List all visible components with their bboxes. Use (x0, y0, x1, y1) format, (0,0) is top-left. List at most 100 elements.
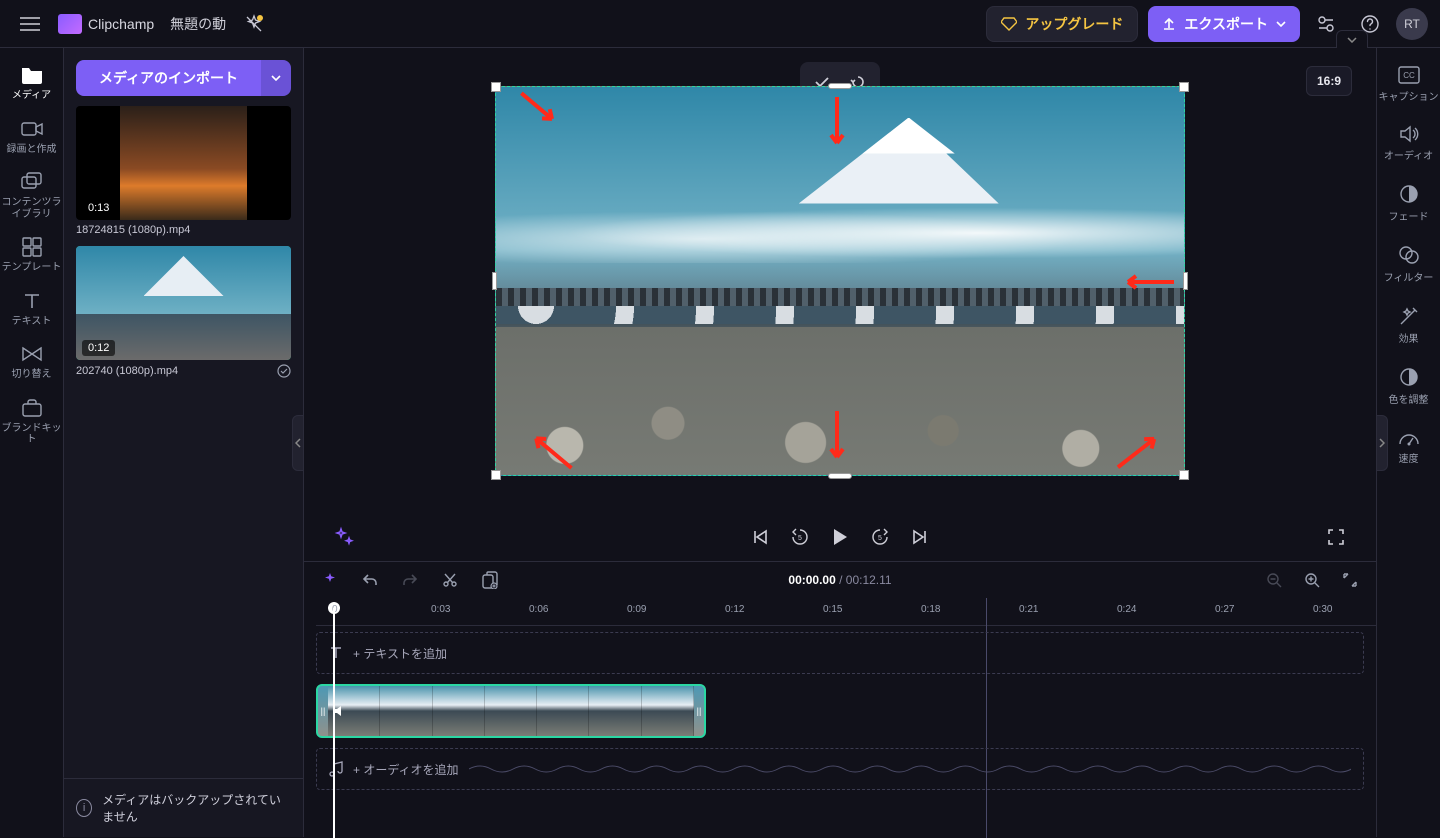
ruler-tick: 0:15 (823, 604, 842, 615)
expand-timeline-button[interactable] (1336, 30, 1368, 48)
diamond-icon (1001, 17, 1017, 31)
backup-message: メディアはバックアップされていません (102, 791, 291, 825)
playhead-line[interactable] (333, 608, 335, 838)
left-sidebar: メディア 録画と作成 コンテンツライブラリ テンプレート テキスト 切り替え (0, 48, 64, 837)
sidebar-item-brandkit[interactable]: ブランドキット (2, 391, 62, 452)
skip-start-button[interactable] (740, 517, 780, 557)
info-icon: i (76, 799, 92, 817)
total-time: 00:12.11 (846, 573, 892, 587)
upload-icon (1162, 17, 1176, 31)
clip-trim-left[interactable]: || (318, 686, 328, 736)
text-track[interactable]: + テキストを追加 (316, 632, 1364, 674)
effects-icon (1399, 306, 1419, 326)
upgrade-button[interactable]: アップグレード (986, 6, 1138, 42)
resize-handle-ml[interactable] (492, 272, 497, 290)
sidebar-item-filters[interactable]: フィルター (1379, 237, 1439, 292)
media-clip[interactable]: 0:12 202740 (1080p).mp4 (76, 246, 291, 378)
fade-icon (1399, 184, 1419, 204)
forward-5-button[interactable]: 5 (860, 517, 900, 557)
annotation-arrow (828, 95, 846, 151)
upgrade-label: アップグレード (1025, 14, 1123, 34)
menu-button[interactable] (12, 6, 48, 42)
zoom-out-button[interactable] (1262, 568, 1286, 592)
text-icon (329, 646, 343, 660)
sidebarghost-item-label: オーディオ (1384, 147, 1433, 162)
play-button[interactable] (820, 517, 860, 557)
ruler-tick: 0:24 (1117, 604, 1136, 615)
collapse-panel-button[interactable] (292, 415, 304, 471)
preview-canvas[interactable] (495, 86, 1185, 476)
logo-icon (58, 14, 82, 34)
clip-duration: 0:12 (82, 340, 115, 356)
aspect-ratio-selector[interactable]: 16:9 (1306, 66, 1352, 96)
timecode: 00:00.00 / 00:12.11 (788, 573, 891, 587)
collapse-right-panel-button[interactable] (1376, 415, 1388, 471)
resize-handle-tl[interactable] (491, 82, 501, 92)
text-track-placeholder: + テキストを追加 (353, 645, 447, 662)
import-media-button[interactable]: メディアのインポート (76, 60, 261, 96)
sidebar-item-captions[interactable]: CC キャプション (1379, 58, 1439, 111)
sidebar-item-label: ブランドキット (2, 423, 62, 446)
audio-track[interactable]: + オーディオを追加 (316, 748, 1364, 790)
video-track[interactable]: || || (316, 684, 1364, 738)
ruler-tick: 0:06 (529, 604, 548, 615)
clip-trim-right[interactable]: || (694, 686, 704, 736)
waveform-placeholder (469, 762, 1351, 776)
sidebar-item-label: 録画と作成 (7, 144, 57, 156)
sidebar-item-audio[interactable]: オーディオ (1379, 117, 1439, 170)
sidebar-item-record[interactable]: 録画と作成 (2, 112, 62, 162)
redo-button[interactable] (398, 568, 422, 592)
svg-text:CC: CC (1403, 71, 1415, 80)
sidebar-item-label: キャプション (1379, 88, 1439, 103)
sidebar-item-label: フィルター (1384, 269, 1434, 284)
ai-sparkle-button[interactable] (318, 568, 342, 592)
sidebar-item-effects[interactable]: 効果 (1379, 298, 1439, 353)
sidebar-item-text[interactable]: テキスト (2, 284, 62, 334)
resize-handle-tr[interactable] (1179, 82, 1189, 92)
resize-handle-mr[interactable] (1183, 272, 1188, 290)
sidebar-item-label: 速度 (1399, 450, 1419, 465)
resize-handle-bc[interactable] (828, 473, 852, 479)
sidebar-item-library[interactable]: コンテンツライブラリ (2, 165, 62, 226)
ruler-tick: 0:18 (921, 604, 940, 615)
sidebar-item-transitions[interactable]: 切り替え (2, 337, 62, 387)
app-logo[interactable]: Clipchamp (58, 14, 154, 34)
folder-icon (20, 64, 44, 86)
backup-warning[interactable]: i メディアはバックアップされていません (64, 778, 303, 837)
import-dropdown[interactable] (261, 60, 291, 96)
resize-handle-br[interactable] (1179, 470, 1189, 480)
zoom-in-button[interactable] (1300, 568, 1324, 592)
project-title[interactable]: 無題の動 (170, 14, 226, 34)
sidebar-item-fade[interactable]: フェード (1379, 176, 1439, 231)
resize-handle-bl[interactable] (491, 470, 501, 480)
app-name: Clipchamp (88, 16, 154, 32)
sidebar-item-label: 効果 (1399, 330, 1419, 345)
annotation-arrow (514, 85, 564, 131)
media-clip[interactable]: 0:13 18724815 (1080p).mp4 (76, 106, 291, 236)
sidebar-item-label: フェード (1389, 208, 1429, 223)
split-button[interactable] (438, 568, 462, 592)
timeline-ruler[interactable]: 0 0:03 0:06 0:09 0:12 0:15 0:18 0:21 0:2… (316, 598, 1376, 626)
user-avatar[interactable]: RT (1396, 8, 1428, 40)
fullscreen-button[interactable] (1316, 517, 1356, 557)
undo-button[interactable] (358, 568, 382, 592)
resize-handle-tc[interactable] (828, 83, 852, 89)
sidebar-item-templates[interactable]: テンプレート (2, 230, 62, 280)
fit-timeline-button[interactable] (1338, 568, 1362, 592)
sidebar-item-media[interactable]: メディア (2, 58, 62, 108)
media-panel: メディアのインポート 0:13 18724815 (1080p).mp4 (64, 48, 304, 837)
clip-thumbnail[interactable]: 0:12 (76, 246, 291, 360)
export-button[interactable]: エクスポート (1148, 6, 1300, 42)
sparkle-removed-icon[interactable] (240, 10, 268, 38)
playback-controls: 5 5 (304, 513, 1376, 561)
clip-thumbnail[interactable]: 0:13 (76, 106, 291, 220)
ruler-tick: 0:12 (725, 604, 744, 615)
sidebar-item-color[interactable]: 色を調整 (1379, 359, 1439, 414)
rewind-5-button[interactable]: 5 (780, 517, 820, 557)
ai-tools-button[interactable] (324, 517, 364, 557)
center-area: 16:9 (304, 48, 1376, 837)
annotation-arrow (1116, 273, 1176, 291)
copy-button[interactable] (478, 568, 502, 592)
video-clip[interactable]: || || (316, 684, 706, 738)
skip-end-button[interactable] (900, 517, 940, 557)
